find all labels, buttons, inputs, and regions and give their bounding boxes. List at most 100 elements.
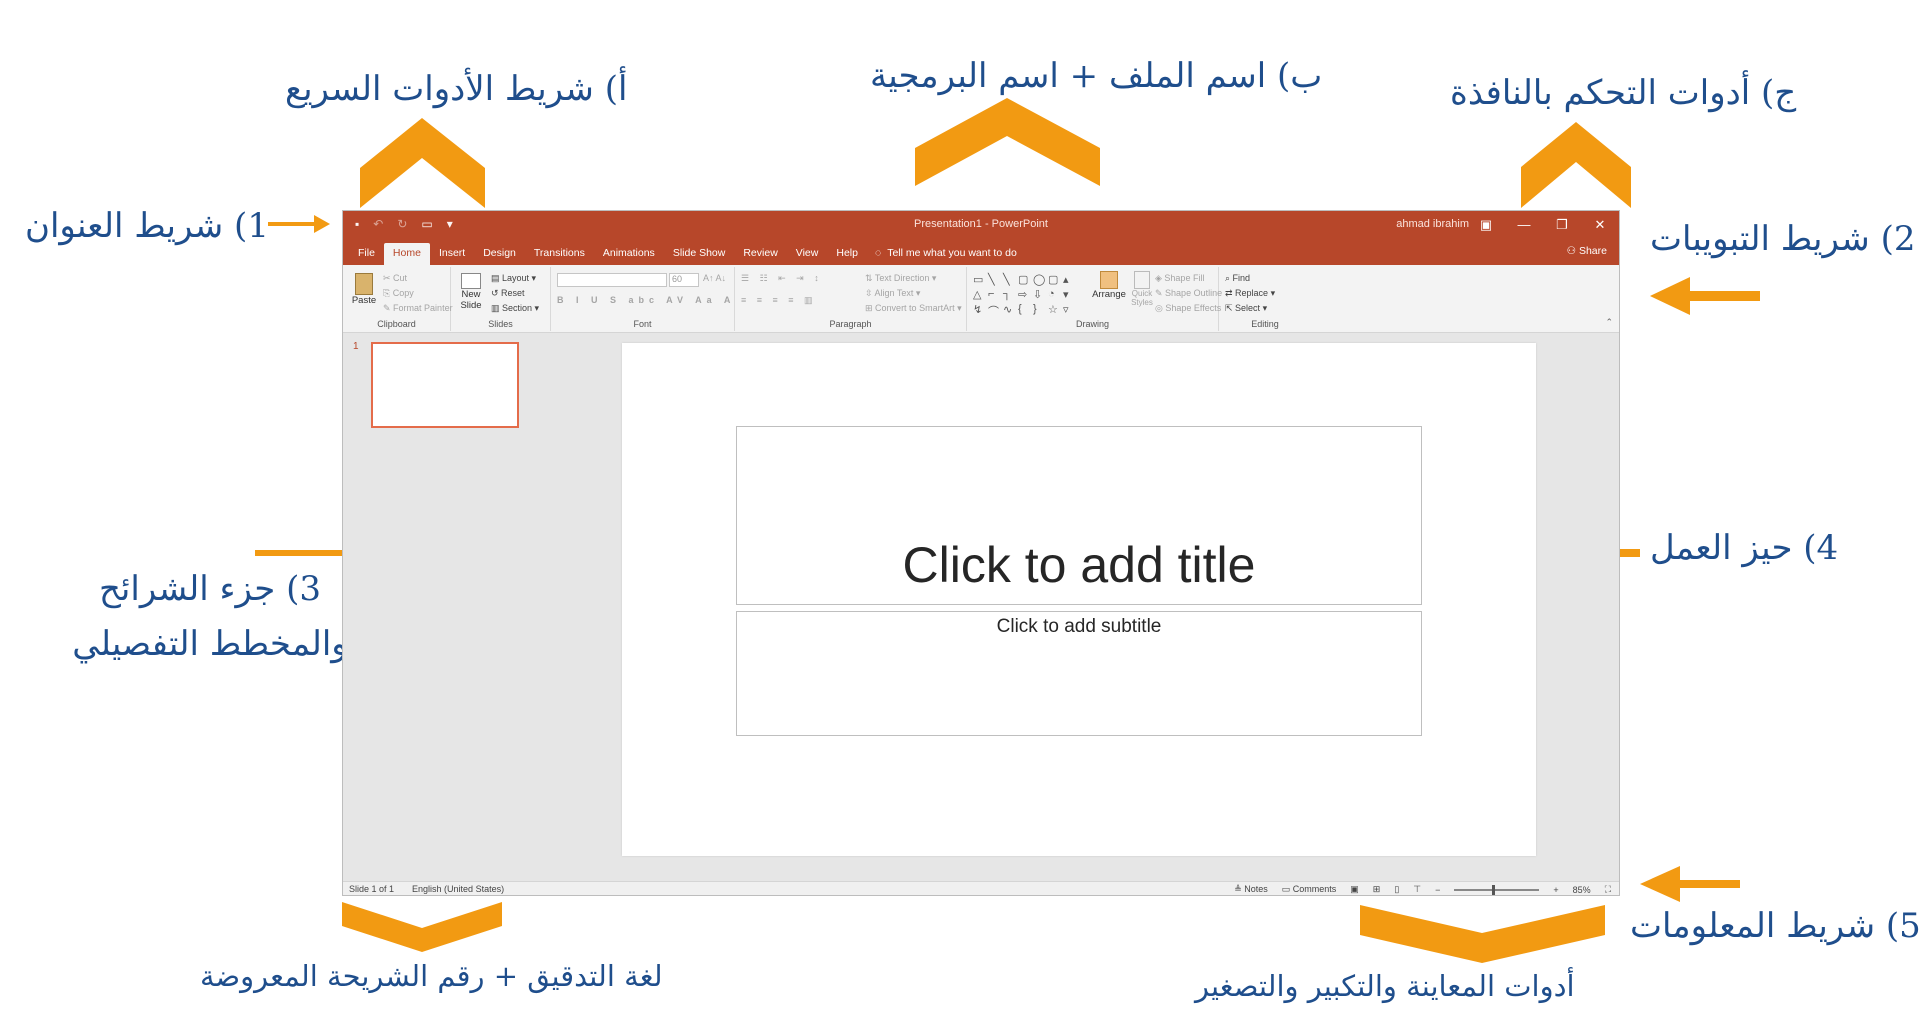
format-painter-button[interactable]: ✎ Format Painter: [383, 303, 453, 314]
annotation-file-program-name: ب) اسم الملف + اسم البرمجية: [870, 56, 1323, 96]
text-direction-button[interactable]: ⇅ Text Direction ▾: [865, 273, 936, 284]
tab-design[interactable]: Design: [474, 243, 525, 265]
person-icon: ⚇: [1566, 245, 1579, 257]
slides-thumbnail-pane: 1: [343, 333, 539, 881]
replace-button[interactable]: ⇄ Replace ▾: [1225, 288, 1275, 299]
user-name[interactable]: ahmad ibrahim: [1396, 218, 1469, 230]
font-size-dropdown[interactable]: 60: [669, 273, 699, 287]
window-controls: ▣ — ❐ ✕: [1467, 211, 1619, 239]
cut-label: Cut: [393, 273, 408, 283]
grow-shrink-font-icon[interactable]: A↑ A↓: [703, 273, 726, 283]
tab-animations[interactable]: Animations: [594, 243, 664, 265]
notes-button[interactable]: ≜ Notes: [1234, 884, 1268, 895]
arrow-right: [268, 215, 330, 233]
layout-button[interactable]: ▤ Layout ▾: [491, 273, 536, 284]
share-button[interactable]: ⚇ Share: [1567, 245, 1607, 257]
current-slide[interactable]: Click to add title Click to add subtitle: [622, 343, 1536, 856]
group-slides: New Slide ▤ Layout ▾ ↺ Reset ▥ Section ▾…: [451, 267, 551, 331]
normal-view-icon[interactable]: ▣: [1350, 884, 1359, 895]
arrow-left: [1650, 277, 1760, 315]
align-text-button[interactable]: ⇳ Align Text ▾: [865, 288, 920, 299]
ribbon-display-icon[interactable]: ▣: [1467, 211, 1505, 239]
fit-to-window-icon[interactable]: ⛶: [1605, 884, 1611, 895]
tell-me-text: Tell me what you want to do: [887, 247, 1017, 259]
new-slide-icon: [461, 273, 481, 289]
tab-review[interactable]: Review: [734, 243, 786, 265]
annotation-language-slide-number: لغة التدقيق + رقم الشريحة المعروضة: [200, 959, 663, 993]
chevron-down-arrow: [342, 902, 502, 952]
shape-outline-button[interactable]: ✎ Shape Outline: [1155, 288, 1222, 299]
slideshow-view-icon[interactable]: ⊤: [1413, 884, 1421, 895]
group-paragraph: ☰ ☷ ⇤ ⇥ ↕ ≡ ≡ ≡ ≡ ▥ ⇅ Text Direction ▾ ⇳…: [735, 267, 967, 331]
find-button[interactable]: ⌕ Find: [1225, 273, 1250, 284]
zoom-in-button[interactable]: +: [1553, 885, 1558, 895]
subtitle-placeholder[interactable]: Click to add subtitle: [736, 611, 1422, 736]
tab-insert[interactable]: Insert: [430, 243, 474, 265]
group-name-editing: Editing: [1251, 319, 1279, 329]
shape-fill-label: Shape Fill: [1164, 273, 1205, 283]
arrange-label: Arrange: [1092, 289, 1126, 300]
annotation-quick-access: أ) شريط الأدوات السريع: [285, 69, 628, 109]
alignment-buttons[interactable]: ≡ ≡ ≡ ≡ ▥: [741, 295, 817, 306]
font-name-dropdown[interactable]: [557, 273, 667, 287]
new-slide-button[interactable]: New Slide: [457, 273, 485, 311]
zoom-slider[interactable]: [1454, 884, 1540, 895]
quick-styles-icon: [1134, 271, 1150, 289]
new-slide-label: New Slide: [460, 289, 482, 311]
paste-button[interactable]: Paste: [349, 273, 379, 306]
ribbon-home: Paste ✂ Cut ⎘ Copy ✎ Format Painter Clip…: [343, 265, 1619, 333]
tab-help[interactable]: Help: [827, 243, 867, 265]
reset-button[interactable]: ↺ Reset: [491, 288, 525, 299]
title-placeholder[interactable]: Click to add title: [736, 426, 1422, 605]
collapse-ribbon-icon[interactable]: ⌃: [1605, 317, 1613, 328]
section-label: Section: [502, 303, 533, 313]
close-button[interactable]: ✕: [1581, 211, 1619, 239]
minimize-button[interactable]: —: [1505, 211, 1543, 239]
find-label: Find: [1232, 273, 1251, 283]
tab-slide-show[interactable]: Slide Show: [664, 243, 735, 265]
slide-count: Slide 1 of 1: [349, 884, 395, 894]
zoom-out-button[interactable]: −: [1435, 885, 1440, 895]
annotation-slides-pane-line1: 3) جزء الشرائح: [98, 569, 322, 609]
slide-thumbnail[interactable]: [371, 342, 519, 428]
arrow-left: [1640, 866, 1740, 902]
group-name-slides: Slides: [488, 319, 513, 329]
cut-button[interactable]: ✂ Cut: [383, 273, 407, 284]
tab-transitions[interactable]: Transitions: [525, 243, 594, 265]
quick-styles-button[interactable]: Quick Styles: [1129, 271, 1155, 307]
group-drawing: ▭ ╲ ╲ ▢ ◯ ▢ ▴ △ ⌐ ┐ ⇨ ⇩ ◔ ▾ ↯ ⌒ ∿{} ☆ ▿ Arrange Quick St…: [967, 267, 1222, 331]
section-button[interactable]: ▥ Section ▾: [491, 303, 539, 314]
font-format-buttons[interactable]: B I U S abc AV Aa A: [557, 295, 735, 305]
title-bar: ▪ ↶ ↻ ▭ ▾ Presentation1 - PowerPoint ahm…: [343, 211, 1619, 239]
annotation-workspace: 4) حيز العمل: [1650, 528, 1839, 568]
restore-button[interactable]: ❐: [1543, 211, 1581, 239]
shape-effects-button[interactable]: ◎ Shape Effects: [1155, 303, 1221, 314]
group-font: 60 A↑ A↓ B I U S abc AV Aa A Font: [551, 267, 735, 331]
annotation-slides-pane-line2: والمخطط التفصيلي: [72, 623, 348, 664]
proofing-language[interactable]: English (United States): [412, 884, 504, 894]
zoom-level[interactable]: 85%: [1573, 885, 1591, 895]
shapes-gallery[interactable]: ▭ ╲ ╲ ▢ ◯ ▢ ▴ △ ⌐ ┐ ⇨ ⇩ ◔ ▾ ↯ ⌒ ∿{} ☆ ▿: [973, 273, 1083, 319]
copy-label: Copy: [392, 288, 414, 298]
zoom-slider-thumb[interactable]: [1492, 884, 1496, 895]
shape-fill-button[interactable]: ◈ Shape Fill: [1155, 273, 1204, 284]
status-bar: Slide 1 of 1 English (United States) ≜ N…: [343, 881, 1619, 895]
select-button[interactable]: ⇱ Select ▾: [1225, 303, 1267, 314]
arrange-icon: [1100, 271, 1118, 289]
reading-view-icon[interactable]: ▯: [1394, 884, 1399, 895]
arrange-button[interactable]: Arrange: [1091, 271, 1127, 300]
select-label: Select: [1235, 303, 1261, 313]
annotation-window-controls: ج) أدوات التحكم بالنافذة: [1450, 73, 1797, 113]
tab-view[interactable]: View: [787, 243, 828, 265]
tab-home[interactable]: Home: [383, 243, 430, 265]
tell-me-box[interactable]: ◌ Tell me what you want to do: [875, 243, 1017, 265]
slide-sorter-icon[interactable]: ⊞: [1373, 884, 1381, 895]
clipboard-icon: [355, 273, 373, 295]
tab-file[interactable]: File: [349, 243, 384, 265]
convert-smartart-button[interactable]: ⊞ Convert to SmartArt ▾: [865, 303, 962, 314]
powerpoint-window: ▪ ↶ ↻ ▭ ▾ Presentation1 - PowerPoint ahm…: [342, 210, 1620, 896]
list-buttons[interactable]: ☰ ☷ ⇤ ⇥ ↕: [741, 273, 823, 284]
comments-button[interactable]: ▭ Comments: [1282, 884, 1337, 895]
copy-button[interactable]: ⎘ Copy: [383, 288, 414, 299]
ribbon-tabs: File Home Insert Design Transitions Anim…: [343, 239, 1619, 265]
